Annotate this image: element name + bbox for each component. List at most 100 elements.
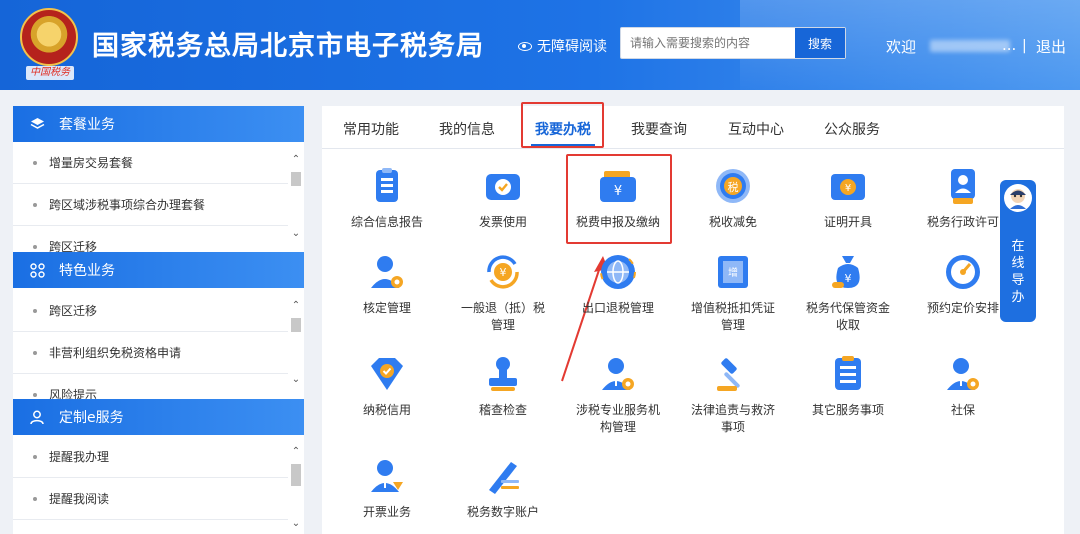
tile-label: 发票使用 — [478, 215, 527, 229]
tile-label: 其它服务事项 — [811, 403, 884, 417]
scroll-thumb[interactable] — [291, 172, 301, 186]
list-icon — [835, 356, 861, 390]
list-item[interactable]: 跨区域涉税事项综合办理套餐 — [13, 184, 304, 226]
list-item[interactable]: 风险提示 — [13, 374, 304, 400]
tab-query[interactable]: 我要查询 — [631, 119, 687, 139]
header-separator: | — [1022, 38, 1027, 54]
digital-account-icon — [489, 462, 519, 494]
tile-label: 法律追责与救济 事项 — [690, 403, 775, 434]
svg-text:增: 增 — [728, 266, 738, 279]
scrollbar[interactable]: ⌃ ⌄ — [288, 444, 304, 534]
tile-label: 核定管理 — [362, 301, 411, 315]
user-gear-icon — [371, 256, 403, 288]
tile[interactable]: ¥ 一般退（抵）税 管理 — [448, 252, 558, 334]
welcome-text: 欢迎 — [886, 38, 917, 56]
tile[interactable]: 开票业务 — [332, 456, 442, 521]
site-title: 国家税务总局北京市电子税务局 — [92, 31, 484, 62]
list-item[interactable]: 跨区迁移 — [13, 290, 304, 332]
gavel-icon — [717, 358, 740, 391]
list-item[interactable]: 跨区迁移 — [13, 226, 304, 252]
money-bag-icon: ¥ — [832, 256, 860, 288]
scrollbar[interactable]: ⌃ ⌄ — [288, 298, 304, 390]
list-item-label: 提醒我办理 — [49, 450, 110, 464]
tab-my-info[interactable]: 我的信息 — [439, 119, 495, 139]
custom-list: 提醒我办理 提醒我阅读 — [13, 436, 304, 534]
tile[interactable]: 税务数字账户 — [448, 456, 558, 521]
tile-label: 纳税信用 — [362, 403, 411, 417]
tile[interactable]: 涉税专业服务机 构管理 — [563, 354, 673, 436]
bullet — [33, 308, 37, 313]
scrollbar[interactable]: ⌃ ⌄ — [288, 152, 304, 244]
tile-label: 税务代保管资金 收取 — [805, 301, 890, 332]
tile[interactable]: ¥ 证明开具 — [793, 166, 903, 231]
eye-icon — [518, 41, 532, 51]
layers-icon — [29, 116, 45, 132]
sidebar-section-package[interactable]: 套餐业务 — [13, 106, 304, 142]
tile[interactable]: 纳税信用 — [332, 354, 442, 419]
top-header: 中国税务 国家税务总局北京市电子税务局 无障碍阅读 搜索 欢迎 ... | 退出 — [0, 0, 1080, 90]
svg-text:¥: ¥ — [614, 184, 622, 199]
online-guide-widget[interactable]: 在线导办 — [1000, 180, 1036, 322]
scroll-thumb[interactable] — [291, 318, 301, 332]
wallet-icon: ¥ — [600, 171, 636, 202]
list-item-label: 非营利组织免税资格申请 — [49, 346, 182, 360]
section-title: 套餐业务 — [59, 117, 115, 133]
emblem-text: 中国税务 — [26, 66, 74, 80]
list-item[interactable]: 提醒我办理 — [13, 436, 304, 478]
chevron-up-icon[interactable]: ⌃ — [290, 300, 302, 312]
scroll-thumb[interactable] — [291, 464, 301, 486]
certificate-icon: ¥ — [831, 174, 865, 200]
tab-interaction[interactable]: 互动中心 — [728, 119, 784, 139]
chevron-down-icon[interactable]: ⌄ — [290, 374, 302, 386]
search-input[interactable] — [621, 28, 795, 58]
tile-label: 一般退（抵）税 管理 — [460, 301, 545, 332]
tile[interactable]: 发票使用 — [448, 166, 558, 231]
chevron-up-icon[interactable]: ⌃ — [290, 446, 302, 458]
tile[interactable]: 出口退税管理 — [563, 252, 673, 317]
gauge-icon — [946, 255, 980, 289]
vat-ticket-icon: 增 — [718, 256, 748, 288]
list-item[interactable]: 提醒我阅读 — [13, 478, 304, 520]
tile[interactable]: ¥ 税务代保管资金 收取 — [793, 252, 903, 334]
featured-list: 跨区迁移 非营利组织免税资格申请 风险提示 — [13, 290, 304, 400]
tile[interactable]: 社保 — [908, 354, 1018, 419]
logout-link[interactable]: 退出 — [1036, 36, 1066, 57]
tile[interactable]: 核定管理 — [332, 252, 442, 317]
tile[interactable]: 税税收减免 — [678, 166, 788, 231]
search-button[interactable]: 搜索 — [795, 28, 845, 58]
username-redacted — [930, 40, 1010, 52]
bullet — [33, 244, 37, 249]
tile-label: 税费申报及缴纳 — [575, 215, 660, 229]
diamond-icon — [371, 358, 403, 390]
chevron-down-icon[interactable]: ⌄ — [290, 518, 302, 530]
tile[interactable]: 稽查检查 — [448, 354, 558, 419]
svg-text:税: 税 — [728, 180, 739, 194]
tab-common[interactable]: 常用功能 — [343, 119, 399, 139]
section-title: 特色业务 — [59, 263, 115, 279]
tile-label: 税务数字账户 — [466, 505, 539, 519]
list-item-label: 增量房交易套餐 — [49, 156, 134, 170]
sidebar-section-featured[interactable]: 特色业务 — [13, 252, 304, 288]
svg-text:¥: ¥ — [845, 183, 851, 194]
tile[interactable]: 其它服务事项 — [793, 354, 903, 419]
sidebar-section-custom[interactable]: 定制e服务 — [13, 399, 304, 435]
tile[interactable]: 增增值税抵扣凭证 管理 — [678, 252, 788, 334]
tile[interactable]: ¥ 税费申报及缴纳 — [563, 166, 673, 231]
tile[interactable]: 综合信息报告 — [332, 166, 442, 231]
list-item-label: 跨区域涉税事项综合办理套餐 — [49, 198, 206, 212]
tax-emblem-icon — [20, 8, 78, 66]
bullet — [33, 202, 37, 207]
accessibility-link[interactable]: 无障碍阅读 — [518, 36, 607, 56]
tile-label: 出口退税管理 — [581, 301, 654, 315]
tile-label: 证明开具 — [823, 215, 872, 229]
tile[interactable]: 法律追责与救济 事项 — [678, 354, 788, 436]
list-item[interactable]: 增量房交易套餐 — [13, 142, 304, 184]
list-item[interactable]: 非营利组织免税资格申请 — [13, 332, 304, 374]
tile-label: 税收减免 — [708, 215, 757, 229]
tab-public[interactable]: 公众服务 — [824, 119, 880, 139]
report-icon — [376, 168, 398, 202]
agent-gear-icon — [602, 358, 634, 390]
chevron-up-icon[interactable]: ⌃ — [290, 154, 302, 166]
list-item-label: 提醒我阅读 — [49, 492, 110, 506]
chevron-down-icon[interactable]: ⌄ — [290, 228, 302, 240]
